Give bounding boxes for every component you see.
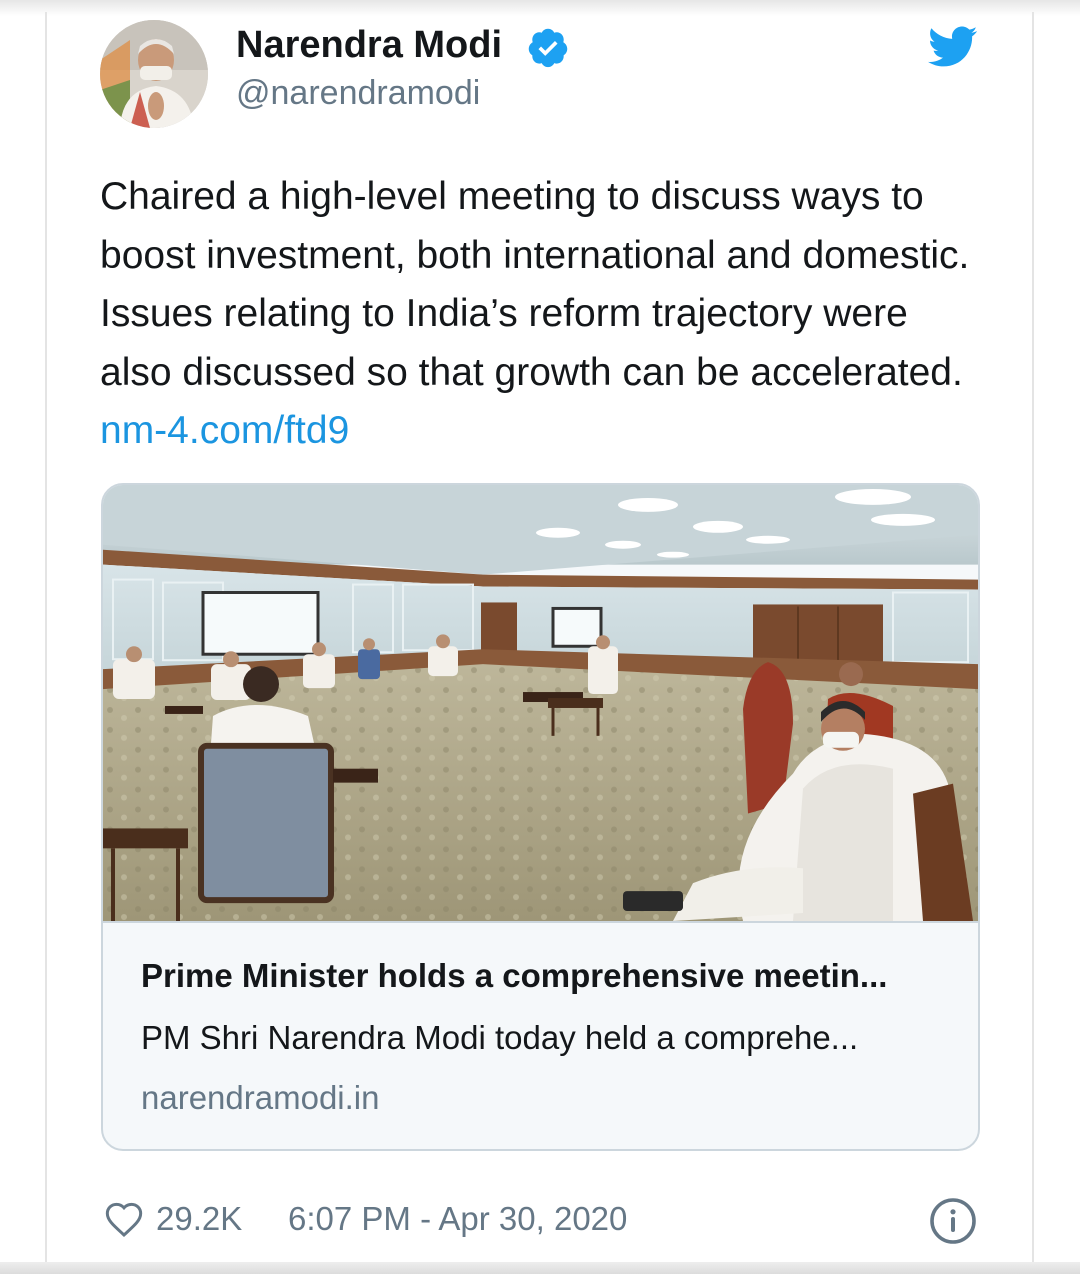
timestamp[interactable]: 6:07 PM - Apr 30, 2020 bbox=[288, 1200, 627, 1238]
link-preview-card[interactable]: Prime Minister holds a comprehensive mee… bbox=[101, 483, 980, 1151]
top-divider bbox=[0, 0, 1080, 16]
heart-icon[interactable] bbox=[104, 1200, 144, 1240]
left-border bbox=[45, 12, 47, 1264]
tweet-embed: Narendra Modi @narendramodi Chaired a hi… bbox=[0, 0, 1080, 1274]
tweet-body: Chaired a high-level meeting to discuss … bbox=[100, 175, 970, 394]
right-border bbox=[1032, 12, 1034, 1264]
card-domain: narendramodi.in bbox=[141, 1079, 380, 1116]
verified-badge-icon bbox=[528, 28, 568, 68]
avatar-photo bbox=[100, 20, 208, 128]
author-handle[interactable]: @narendramodi bbox=[236, 74, 480, 113]
tweet-text: Chaired a high-level meeting to discuss … bbox=[100, 168, 980, 461]
bottom-divider bbox=[0, 1262, 1080, 1274]
tweet-link[interactable]: nm-4.com/ftd9 bbox=[100, 409, 349, 452]
twitter-bird-icon[interactable] bbox=[928, 26, 978, 68]
info-icon[interactable] bbox=[929, 1197, 977, 1245]
like-count[interactable]: 29.2K bbox=[156, 1200, 242, 1238]
meeting-room-photo[interactable] bbox=[103, 485, 978, 923]
author-name[interactable]: Narendra Modi bbox=[236, 24, 502, 67]
card-title[interactable]: Prime Minister holds a comprehensive mee… bbox=[141, 957, 941, 995]
card-description: PM Shri Narendra Modi today held a compr… bbox=[141, 1019, 859, 1056]
avatar[interactable] bbox=[100, 20, 208, 128]
